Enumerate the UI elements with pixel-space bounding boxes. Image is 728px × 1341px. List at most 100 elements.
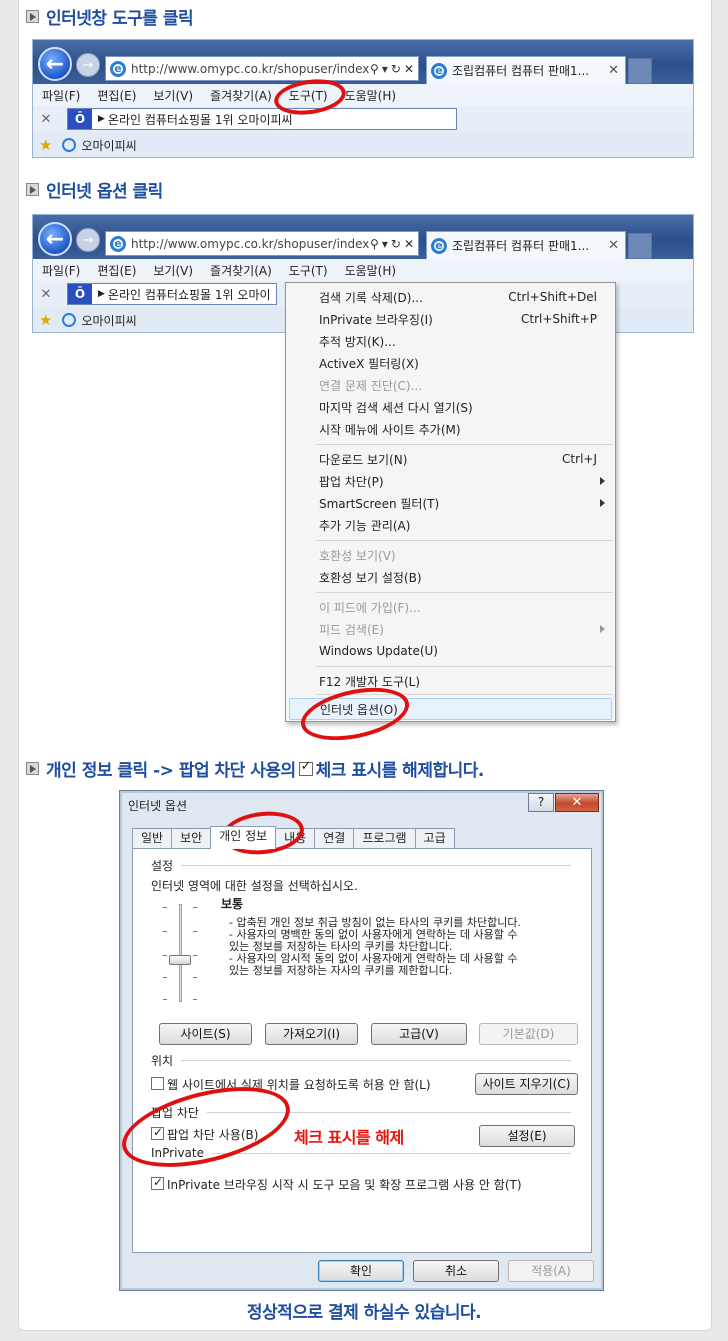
ok-button[interactable]: 확인 (318, 1260, 404, 1282)
menu-file[interactable]: 파일(F) (33, 87, 88, 104)
tools-dropdown-menu: 검색 기록 삭제(D)... Ctrl+Shift+Del InPrivate 브… (285, 282, 616, 722)
menu-help[interactable]: 도움말(H) (336, 262, 405, 279)
menu-view[interactable]: 보기(V) (144, 87, 201, 104)
tab-programs[interactable]: 프로그램 (353, 828, 416, 849)
menu-view[interactable]: 보기(V) (144, 262, 201, 279)
menu-item-feed-discovery: 피드 검색(E) (319, 618, 605, 640)
slider-tick (163, 955, 167, 956)
refresh-icon[interactable]: ↻ (391, 62, 401, 76)
forward-arrow-icon[interactable]: → (76, 53, 100, 77)
site-toolbar[interactable]: Ō ▶ 온라인 컴퓨터쇼핑몰 1위 오마이피씨 (67, 108, 457, 130)
menu-help[interactable]: 도움말(H) (336, 87, 405, 104)
stop-icon[interactable]: ✕ (404, 237, 414, 251)
ie-logo-icon: e (110, 60, 126, 77)
menu-item-reopen-session[interactable]: 마지막 검색 세션 다시 열기(S) (319, 396, 597, 418)
slider-tick (193, 977, 197, 978)
browser-tab[interactable]: e 조립컴퓨터 컴퓨터 판매1... ✕ (426, 231, 626, 259)
menu-item-view-downloads[interactable]: 다운로드 보기(N) Ctrl+J (319, 448, 597, 470)
menu-item-activex-filtering[interactable]: ActiveX 필터링(X) (319, 352, 597, 374)
settings-description: 인터넷 영역에 대한 설정을 선택하십시오. (151, 879, 358, 893)
favorites-bar: ★ 오마이피씨 (33, 132, 693, 157)
cancel-button[interactable]: 취소 (413, 1260, 499, 1282)
favorite-link[interactable]: 오마이피씨 (81, 312, 136, 329)
menu-favorites[interactable]: 즐겨찾기(A) (201, 262, 280, 279)
menu-file[interactable]: 파일(F) (33, 262, 88, 279)
menu-favorites[interactable]: 즐겨찾기(A) (201, 87, 280, 104)
menu-item-tracking-protection[interactable]: 추적 방지(K)... (319, 330, 597, 352)
refresh-icon[interactable]: ↻ (391, 237, 401, 251)
inprivate-checkbox[interactable] (151, 1175, 164, 1190)
menu-item-compat-settings[interactable]: 호환성 보기 설정(B) (319, 566, 597, 588)
menu-tools[interactable]: 도구(T) (280, 262, 336, 279)
privacy-slider-track[interactable] (179, 904, 182, 1002)
menu-separator (316, 540, 613, 541)
search-icon[interactable]: ⚲ (370, 62, 379, 76)
ie-logo-icon: e (431, 237, 447, 254)
close-icon[interactable]: ✕ (602, 63, 625, 78)
dropdown-icon[interactable]: ▾ (382, 62, 388, 76)
menu-item-compat-view: 호환성 보기(V) (319, 548, 396, 563)
help-button[interactable]: ? (528, 793, 554, 812)
apply-button: 적용(A) (508, 1260, 594, 1282)
new-tab-button[interactable] (628, 58, 652, 84)
stop-icon[interactable]: ✕ (404, 62, 414, 76)
tab-advanced[interactable]: 고급 (414, 828, 455, 849)
tab-security[interactable]: 보안 (171, 828, 212, 849)
menu-edit[interactable]: 편집(E) (88, 87, 144, 104)
slider-tick (193, 931, 197, 932)
menu-item-smartscreen[interactable]: SmartScreen 필터(T) (319, 492, 605, 514)
step3-title: 개인 정보 클릭 -> 팝업 차단 사용의 체크 표시를 해제합니다. (26, 756, 484, 781)
footer-note: 정상적으로 결제 하실수 있습니다. (246, 1303, 482, 1323)
new-tab-button[interactable] (628, 233, 652, 259)
submenu-arrow-icon (600, 499, 605, 507)
menu-item-manage-addons[interactable]: 추가 기능 관리(A) (319, 514, 597, 536)
back-arrow-icon[interactable]: ← (38, 222, 72, 256)
menu-edit[interactable]: 편집(E) (88, 262, 144, 279)
menu-item-diagnose-connection: 연결 문제 진단(C)... (319, 378, 423, 393)
tab-privacy[interactable]: 개인 정보 (210, 826, 277, 849)
site-logo-icon: Ō (68, 284, 92, 304)
annotation-text: 체크 표시를 해제 (294, 1128, 404, 1147)
site-toolbar[interactable]: Ō ▶ 온라인 컴퓨터쇼핑몰 1위 오마이 (67, 283, 277, 305)
settings-group-label: 설정 (151, 857, 571, 874)
browser-titlebar: ← → e http://www.omypc.co.kr/shopuser/in… (33, 40, 693, 84)
close-icon[interactable]: ✕ (33, 112, 59, 127)
menu-item-add-to-start[interactable]: 시작 메뉴에 사이트 추가(M) (319, 418, 597, 440)
back-arrow-icon[interactable]: ← (38, 47, 72, 81)
menu-item-popup-blocker[interactable]: 팝업 차단(P) (319, 470, 605, 492)
ie-logo-icon (62, 313, 77, 327)
privacy-panel: 설정 인터넷 영역에 대한 설정을 선택하십시오. 보통 - 압축된 개인 정보… (132, 848, 592, 1253)
close-icon[interactable]: ✕ (602, 238, 625, 253)
browser-tab[interactable]: e 조립컴퓨터 컴퓨터 판매1... ✕ (426, 56, 626, 84)
forward-arrow-icon[interactable]: → (76, 228, 100, 252)
favorite-link[interactable]: 오마이피씨 (81, 137, 136, 154)
slider-tick (193, 907, 197, 908)
popup-settings-button[interactable]: 설정(E) (479, 1125, 575, 1147)
dropdown-icon[interactable]: ▾ (382, 237, 388, 251)
dialog-close-button[interactable]: ✕ (555, 793, 599, 812)
sites-button[interactable]: 사이트(S) (159, 1023, 252, 1045)
favorites-star-icon[interactable]: ★ (39, 311, 52, 329)
favorites-star-icon[interactable]: ★ (39, 136, 52, 154)
browser-screenshot-1: ← → e http://www.omypc.co.kr/shopuser/in… (32, 39, 694, 158)
close-icon[interactable]: ✕ (33, 287, 59, 302)
privacy-level: 보통 (221, 897, 244, 911)
tab-general[interactable]: 일반 (132, 828, 173, 849)
menu-item-delete-history[interactable]: 검색 기록 삭제(D)... Ctrl+Shift+Del (319, 286, 597, 308)
search-icon[interactable]: ⚲ (370, 237, 379, 251)
tab-connections[interactable]: 연결 (314, 828, 355, 849)
menu-bar: 파일(F) 편집(E) 보기(V) 즐겨찾기(A) 도구(T) 도움말(H) (33, 84, 693, 106)
location-checkbox[interactable] (151, 1077, 164, 1090)
menu-item-windows-update[interactable]: Windows Update(U) (319, 640, 597, 662)
address-bar[interactable]: e http://www.omypc.co.kr/shopuser/index.… (105, 56, 419, 81)
menu-item-inprivate[interactable]: InPrivate 브라우징(I) Ctrl+Shift+P (319, 308, 597, 330)
advanced-button[interactable]: 고급(V) (371, 1023, 467, 1045)
address-bar[interactable]: e http://www.omypc.co.kr/shopuser/index.… (105, 231, 419, 256)
import-button[interactable]: 가져오기(I) (265, 1023, 358, 1045)
slider-tick (163, 907, 167, 908)
clear-sites-button[interactable]: 사이트 지우기(C) (475, 1073, 578, 1095)
privacy-slider-thumb[interactable] (169, 955, 191, 965)
ie-logo-icon: e (110, 235, 126, 252)
slider-tick (193, 999, 197, 1000)
submenu-arrow-icon (600, 477, 605, 485)
